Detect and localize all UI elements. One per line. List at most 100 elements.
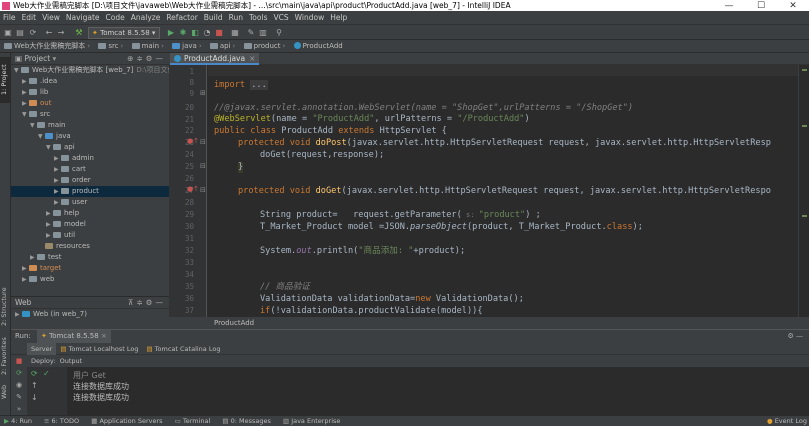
collapse-icon[interactable]: ≑	[136, 298, 145, 307]
tree-item[interactable]: ▶ util	[11, 230, 169, 241]
tree-item[interactable]: ▶ web	[11, 274, 169, 285]
run-tool-button[interactable]: ▶ 4: Run	[4, 416, 32, 426]
todo-tool-button[interactable]: ≡ 6: TODO	[44, 416, 79, 426]
gear-icon[interactable]: ⚙	[146, 54, 156, 63]
collapsed-arrow-icon[interactable]: ▶	[22, 263, 29, 274]
gear-icon[interactable]: ⚙	[787, 332, 793, 340]
camera-icon[interactable]: ◉	[11, 379, 27, 391]
back-icon[interactable]: ←	[44, 27, 54, 38]
debug-icon[interactable]: ✱	[178, 27, 188, 38]
nav-item-java[interactable]: java	[168, 40, 197, 53]
fold-icon[interactable]: ⊞	[200, 89, 206, 97]
tree-item[interactable]: ▼ java	[11, 131, 169, 142]
scroll-down-icon[interactable]: ↓	[31, 393, 38, 402]
run-icon[interactable]: ▶	[166, 27, 176, 38]
nav-item-productadd[interactable]: ProductAdd	[290, 40, 343, 53]
project-tool-tab[interactable]: 1: Project	[0, 57, 11, 103]
project-panel-title[interactable]: Project	[24, 54, 50, 63]
stop-icon[interactable]: ■	[214, 27, 224, 38]
menu-code[interactable]: Code	[103, 11, 128, 24]
menu-navigate[interactable]: Navigate	[63, 11, 103, 24]
forward-icon[interactable]: →	[56, 27, 66, 38]
code-editor[interactable]: import ... //@javax.servlet.annotation.W…	[208, 65, 798, 317]
menu-vcs[interactable]: VCS	[270, 11, 291, 24]
sdk-icon[interactable]: ▥	[258, 27, 268, 38]
expanded-arrow-icon[interactable]: ▼	[30, 120, 37, 131]
coverage-icon[interactable]: ◧	[190, 27, 200, 38]
menu-window[interactable]: Window	[292, 11, 328, 24]
run-configuration-select[interactable]: ✦ Tomcat 8.5.58 ▾	[88, 27, 160, 39]
terminal-tool-button[interactable]: ▭ Terminal	[175, 416, 211, 426]
collapse-icon[interactable]: ≑	[136, 54, 145, 63]
menu-analyze[interactable]: Analyze	[128, 11, 164, 24]
web-facet-item[interactable]: ▶ Web (in web_7)	[11, 309, 169, 320]
tree-item[interactable]: ▶ model	[11, 219, 169, 230]
tree-item[interactable]: ▼ main	[11, 120, 169, 131]
profile-icon[interactable]: ◔	[202, 27, 212, 38]
menu-file[interactable]: File	[0, 11, 19, 24]
editor-breadcrumb[interactable]: ProductAdd	[169, 317, 809, 329]
collapsed-arrow-icon[interactable]: ▶	[46, 230, 53, 241]
collapsed-arrow-icon[interactable]: ▶	[46, 219, 53, 230]
tree-item[interactable]: ▶ out	[11, 98, 169, 109]
menu-run[interactable]: Run	[226, 11, 246, 24]
project-structure-icon[interactable]: ▦	[230, 27, 240, 38]
build-icon[interactable]: ⚒	[74, 27, 84, 38]
expanded-arrow-icon[interactable]: ▼	[14, 65, 21, 76]
fold-icon[interactable]: ⊟	[200, 186, 206, 194]
tab-catalina-log[interactable]: ▤ Tomcat Catalina Log	[142, 343, 224, 355]
tree-item[interactable]: ▶ product	[11, 186, 169, 197]
nav-item-src[interactable]: src	[94, 40, 119, 53]
minimize-button[interactable]: —	[713, 1, 745, 11]
collapsed-arrow-icon[interactable]: ▶	[46, 208, 53, 219]
favorites-tool-tab[interactable]: 2: Favorites	[0, 336, 11, 376]
check-icon[interactable]: ✓	[43, 369, 50, 378]
stop-icon[interactable]: ■	[11, 355, 27, 367]
nav-item-product[interactable]: product	[240, 40, 281, 53]
tree-item[interactable]: ▶ order	[11, 175, 169, 186]
collapsed-arrow-icon[interactable]: ▶	[22, 76, 29, 87]
collapsed-arrow-icon[interactable]: ▶	[22, 274, 29, 285]
collapsed-arrow-icon[interactable]: ▶	[22, 98, 29, 109]
tree-item[interactable]: ▶ admin	[11, 153, 169, 164]
save-icon[interactable]: ▤	[15, 27, 25, 38]
override-marker-icon[interactable]: ●↑	[187, 185, 199, 193]
tree-item[interactable]: ▶ lib	[11, 87, 169, 98]
scroll-up-icon[interactable]: ↑	[31, 381, 38, 390]
override-marker-icon[interactable]: ●↑	[187, 137, 199, 145]
fold-icon[interactable]: ⊟	[200, 138, 206, 146]
tree-item[interactable]: ▶ help	[11, 208, 169, 219]
sync-icon[interactable]: ⟳	[28, 27, 38, 38]
collapsed-arrow-icon[interactable]: ▶	[30, 252, 37, 263]
open-icon[interactable]: ▣	[3, 27, 13, 38]
menu-view[interactable]: View	[39, 11, 63, 24]
console-output[interactable]: 用户 Get 连接数据库成功 连接数据库成功	[73, 370, 793, 403]
expanded-arrow-icon[interactable]: ▼	[22, 109, 29, 120]
menu-build[interactable]: Build	[201, 11, 226, 24]
nav-item-main[interactable]: main	[128, 40, 159, 53]
hide-icon[interactable]: —	[796, 332, 803, 340]
collapsed-arrow-icon[interactable]: ▶	[54, 164, 61, 175]
web-tool-tab[interactable]: Web	[0, 383, 11, 401]
event-log-button[interactable]: ● Event Log	[767, 416, 807, 426]
hide-icon[interactable]: —	[156, 298, 167, 307]
expand-arrow-icon[interactable]: ▶	[15, 309, 22, 320]
expanded-arrow-icon[interactable]: ▼	[38, 131, 45, 142]
deploy-icon[interactable]: ⟳	[31, 369, 38, 378]
tab-localhost-log[interactable]: ▤ Tomcat Localhost Log	[56, 343, 142, 355]
editor-scrollbar[interactable]	[798, 65, 809, 317]
tree-item[interactable]: ▼ Web大作业需稿完脚本 [web_7]D:\项目文件\j...	[11, 65, 169, 76]
more-icon[interactable]: »	[11, 403, 27, 415]
tree-item[interactable]: ▶ cart	[11, 164, 169, 175]
collapsed-arrow-icon[interactable]: ▶	[54, 186, 61, 197]
fold-icon[interactable]: ⊟	[200, 162, 206, 170]
menu-refactor[interactable]: Refactor	[163, 11, 200, 24]
menu-help[interactable]: Help	[327, 11, 350, 24]
java-enterprise-tool-button[interactable]: ▥ Java Enterprise	[283, 416, 340, 426]
hide-icon[interactable]: —	[156, 54, 167, 63]
nav-item-project[interactable]: Web大作业需稿完脚本	[0, 40, 85, 53]
expanded-arrow-icon[interactable]: ▼	[46, 142, 53, 153]
close-button[interactable]: ✕	[777, 1, 809, 11]
menu-edit[interactable]: Edit	[19, 11, 40, 24]
collapsed-arrow-icon[interactable]: ▶	[54, 153, 61, 164]
